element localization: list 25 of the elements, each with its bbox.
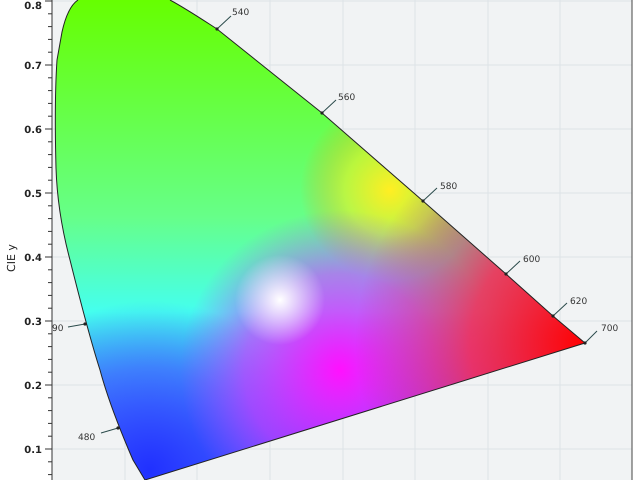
- y-tick-label: 0.4: [24, 253, 42, 264]
- y-tick-label: 0.6: [24, 125, 42, 136]
- wavelength-label: 600: [523, 255, 540, 265]
- wavelength-label: 480: [78, 433, 96, 443]
- y-axis-title: CIE y: [5, 244, 18, 272]
- y-tick-label: 0.7: [24, 61, 42, 72]
- wavelength-marker: [504, 260, 520, 276]
- wavelength-marker: [421, 188, 438, 203]
- wavelength-marker: [215, 16, 232, 31]
- y-tick-label: 0.8: [24, 1, 42, 12]
- wavelength-marker: [68, 322, 87, 328]
- wavelength-marker: [551, 302, 568, 318]
- wavelength-label: 540: [232, 8, 250, 18]
- wavelength-marker: [320, 100, 336, 115]
- wavelength-label: 700: [601, 324, 618, 334]
- y-tick-label: 0.2: [24, 381, 42, 392]
- wavelength-marker: [100, 426, 120, 434]
- wavelength-marker: [583, 330, 598, 345]
- wavelength-label: 90: [52, 324, 64, 334]
- wavelength-label: 620: [570, 297, 588, 307]
- y-tick-label: 0.1: [24, 445, 42, 456]
- y-tick-label: 0.3: [24, 317, 42, 328]
- y-tick-label: 0.5: [24, 189, 42, 200]
- wavelength-label: 580: [440, 182, 458, 192]
- wavelength-label: 560: [338, 93, 356, 103]
